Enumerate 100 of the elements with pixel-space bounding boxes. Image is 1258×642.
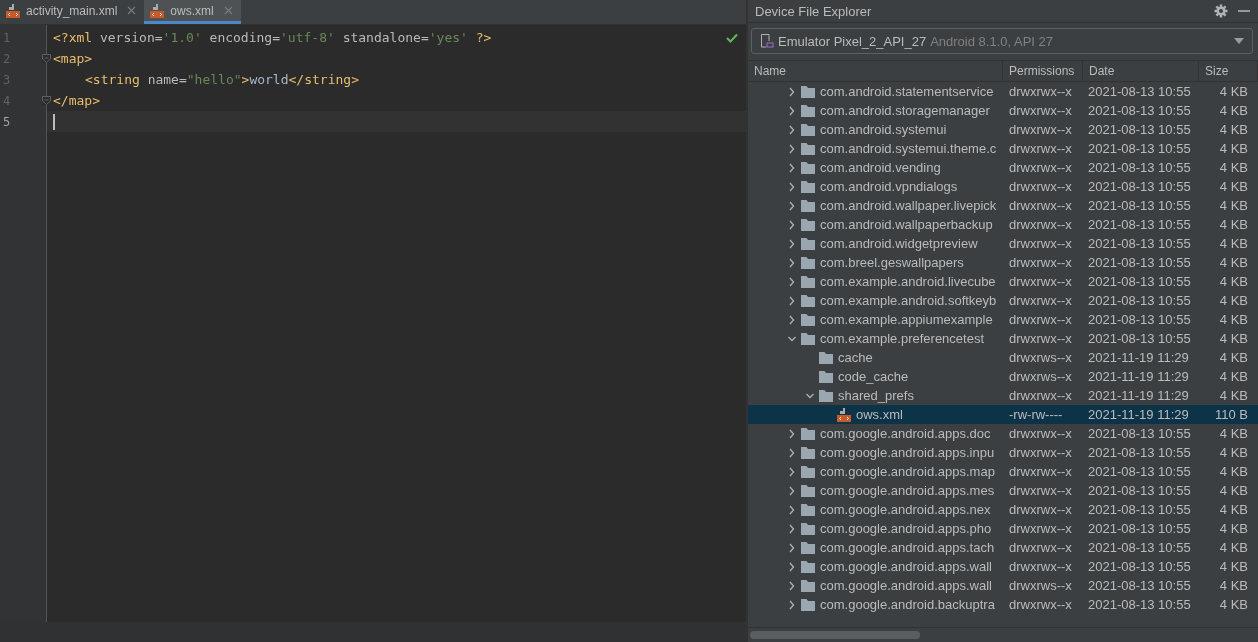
column-header[interactable]: Size [1199, 61, 1258, 81]
tree-row[interactable]: com.google.android.apps.map drwxrwx--x 2021-08-13 10:55 4 KB [748, 462, 1258, 481]
close-icon[interactable] [127, 6, 137, 15]
size-cell-text: 4 KB [1218, 578, 1249, 593]
panel-title: Device File Explorer [755, 3, 873, 19]
file-name: com.google.android.apps.tach [820, 540, 995, 555]
chevron-icon[interactable] [788, 580, 796, 591]
caret-icon [1234, 38, 1244, 44]
chevron-icon[interactable] [788, 447, 796, 458]
permissions-cell-text: drwxrws--x [1008, 369, 1073, 384]
editor-tab[interactable]: activity_main.xml [0, 0, 145, 24]
chevron-icon[interactable] [788, 181, 796, 192]
file-name: com.example.android.softkeyb [820, 293, 997, 308]
folder-icon [801, 446, 815, 459]
permissions-cell-text: drwxrwx--x [1008, 331, 1073, 346]
tree-row[interactable]: com.android.storagemanager drwxrwx--x 2021-08-13 10:55 4 KB [748, 101, 1258, 120]
chevron-icon[interactable] [788, 124, 796, 135]
chevron-icon[interactable] [788, 504, 796, 515]
tree-row[interactable]: com.example.appiumexample drwxrwx--x 2021-08-13 10:55 4 KB [748, 310, 1258, 329]
fold-marker-icon[interactable] [42, 54, 51, 63]
tree-row[interactable]: com.google.android.apps.mes drwxrwx--x 2021-08-13 10:55 4 KB [748, 481, 1258, 500]
chevron-icon[interactable] [788, 428, 796, 439]
device-dropdown[interactable]: Emulator Pixel_2_API_27 Android 8.1.0, API 27 [751, 28, 1253, 54]
chevron-icon[interactable] [788, 105, 796, 116]
chevron-icon[interactable] [788, 561, 796, 572]
size-cell-text: 4 KB [1218, 426, 1249, 441]
tree-row[interactable]: com.android.vending drwxrwx--x 2021-08-13 10:55 4 KB [748, 158, 1258, 177]
settings-icon[interactable] [1214, 4, 1228, 18]
date-cell-text: 2021-08-13 10:55 [1087, 293, 1192, 308]
folder-icon [801, 313, 815, 326]
tree-row[interactable]: com.google.android.apps.wall drwxrws--x 2021-08-13 10:55 4 KB [748, 576, 1258, 595]
tree-row[interactable]: com.google.android.apps.doc drwxrwx--x 2021-08-13 10:55 4 KB [748, 424, 1258, 443]
tree-row[interactable]: cache drwxrws--x 2021-11-19 11:29 4 KB [748, 348, 1258, 367]
chevron-icon[interactable] [788, 485, 796, 496]
chevron-icon[interactable] [788, 219, 796, 230]
chevron-icon[interactable] [788, 466, 796, 477]
chevron-icon[interactable] [788, 295, 796, 306]
size-cell-text: 4 KB [1218, 255, 1249, 270]
scrollbar-thumb[interactable] [750, 631, 920, 639]
folder-icon [801, 503, 815, 516]
file-name: com.android.vending [820, 160, 941, 175]
file-name: com.google.android.apps.pho [820, 521, 992, 536]
chevron-icon[interactable] [788, 276, 796, 287]
permissions-cell-text: drwxrwx--x [1008, 426, 1073, 441]
xml-file-icon [6, 3, 20, 18]
tree-row[interactable]: com.example.android.softkeyb drwxrwx--x 2021-08-13 10:55 4 KB [748, 291, 1258, 310]
fold-marker-icon[interactable] [42, 96, 51, 105]
permissions-cell-text: drwxrwx--x [1008, 179, 1073, 194]
file-name: com.android.wallpaperbackup [820, 217, 993, 232]
folder-icon [801, 541, 815, 554]
permissions-cell-text: drwxrwx--x [1008, 464, 1073, 479]
folder-icon [801, 275, 815, 288]
editor-tab[interactable]: ows.xml [144, 0, 241, 24]
tree-row[interactable]: com.android.systemui.theme.c drwxrwx--x 2021-08-13 10:55 4 KB [748, 139, 1258, 158]
tree-row[interactable]: com.android.statementservice drwxrwx--x 2021-08-13 10:55 4 KB [748, 82, 1258, 101]
tree-row[interactable]: com.android.wallpaperbackup drwxrwx--x 2021-08-13 10:55 4 KB [748, 215, 1258, 234]
column-header[interactable]: Permissions [1003, 61, 1083, 81]
chevron-icon[interactable] [788, 314, 796, 325]
code-line: <?xml version='1.0' encoding='utf-8' standalone='yes' ?> [53, 30, 492, 45]
column-header[interactable]: Name [748, 61, 1003, 81]
chevron-icon[interactable] [788, 143, 796, 154]
size-cell-text: 4 KB [1218, 141, 1249, 156]
tree-row[interactable]: shared_prefs drwxrwx--x 2021-11-19 11:29 4 KB [748, 386, 1258, 405]
tree-row[interactable]: com.google.android.apps.pho drwxrwx--x 2021-08-13 10:55 4 KB [748, 519, 1258, 538]
tree-row[interactable]: com.google.android.apps.wall drwxrwx--x 2021-08-13 10:55 4 KB [748, 557, 1258, 576]
chevron-icon[interactable] [788, 523, 796, 534]
permissions-cell-text: drwxrwx--x [1008, 198, 1073, 213]
chevron-icon[interactable] [788, 86, 796, 97]
permissions-cell-text: drwxrws--x [1008, 578, 1073, 593]
tree-row[interactable]: com.google.android.backuptra drwxrwx--x 2021-08-13 10:55 4 KB [748, 595, 1258, 614]
xml-file-icon [150, 3, 165, 18]
file-name: com.example.android.livecube [820, 274, 996, 289]
file-name: com.android.systemui [820, 122, 947, 137]
tree-row[interactable]: com.android.wallpaper.livepick drwxrwx--x 2021-08-13 10:55 4 KB [748, 196, 1258, 215]
chevron-icon[interactable] [788, 238, 796, 249]
tree-row[interactable]: ows.xml -rw-rw---- 2021-11-19 11:29 110 B [748, 405, 1258, 424]
tree-row[interactable]: com.google.android.apps.tach drwxrwx--x 2021-08-13 10:55 4 KB [748, 538, 1258, 557]
tree-row[interactable]: com.breel.geswallpapers drwxrwx--x 2021-08-13 10:55 4 KB [748, 253, 1258, 272]
file-name: code_cache [838, 369, 909, 384]
tree-row[interactable]: com.android.vpndialogs drwxrwx--x 2021-08-13 10:55 4 KB [748, 177, 1258, 196]
column-header[interactable]: Date [1083, 61, 1199, 81]
tree-row[interactable]: com.android.systemui drwxrwx--x 2021-08-13 10:55 4 KB [748, 120, 1258, 139]
tree-row[interactable]: com.google.android.apps.nex drwxrwx--x 2021-08-13 10:55 4 KB [748, 500, 1258, 519]
chevron-icon[interactable] [788, 542, 796, 553]
folder-icon [801, 180, 815, 193]
chevron-icon[interactable] [788, 200, 796, 211]
folder-icon [801, 598, 815, 611]
permissions-cell-text: drwxrwx--x [1008, 312, 1073, 327]
chevron-icon[interactable] [788, 257, 796, 268]
tree-row[interactable]: com.google.android.apps.inpu drwxrwx--x 2021-08-13 10:55 4 KB [748, 443, 1258, 462]
tree-row[interactable]: code_cache drwxrws--x 2021-11-19 11:29 4 KB [748, 367, 1258, 386]
chevron-icon[interactable] [788, 599, 796, 610]
file-name: com.google.android.apps.inpu [820, 445, 995, 460]
folder-icon [801, 85, 815, 98]
chevron-icon[interactable] [788, 162, 796, 173]
permissions-cell-text: drwxrwx--x [1008, 141, 1073, 156]
folder-icon [801, 294, 815, 307]
tree-row[interactable]: com.example.preferencetest drwxrwx--x 2021-08-13 10:55 4 KB [748, 329, 1258, 348]
tree-row[interactable]: com.android.widgetpreview drwxrwx--x 2021-08-13 10:55 4 KB [748, 234, 1258, 253]
tree-row[interactable]: com.example.android.livecube drwxrwx--x 2021-08-13 10:55 4 KB [748, 272, 1258, 291]
